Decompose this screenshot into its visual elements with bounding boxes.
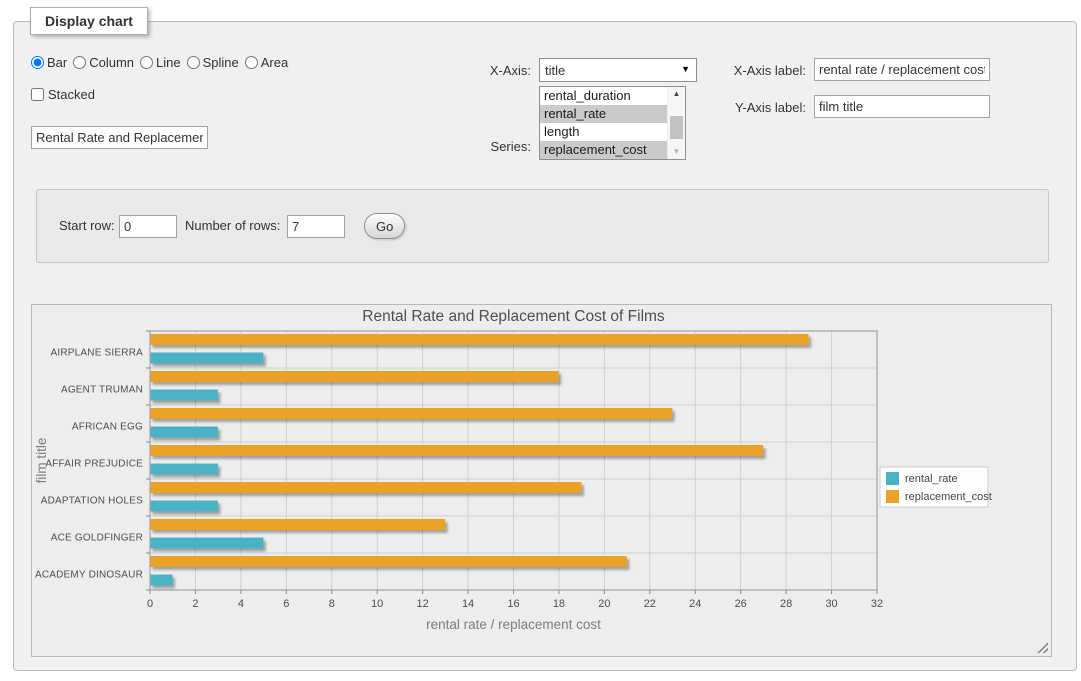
stacked-checkbox[interactable] [31, 88, 44, 101]
y-axis-title: film title [34, 438, 49, 484]
x-axis-select[interactable]: title ▼ [539, 58, 697, 82]
number-of-rows-input[interactable] [287, 215, 345, 238]
chart-type-option-spline[interactable]: Spline [187, 55, 239, 70]
series-list-label: Series: [427, 139, 531, 154]
y-axis-label-input[interactable] [814, 95, 990, 118]
x-axis-select-label: X-Axis: [427, 63, 531, 78]
chart-title: Rental Rate and Replacement Cost of Film… [362, 308, 665, 325]
chart-type-radio-area[interactable] [245, 56, 258, 69]
chart-title-input[interactable] [31, 126, 208, 149]
stacked-row: Stacked [31, 87, 95, 102]
y-category-label: AIRPLANE SIERRA [51, 348, 144, 359]
y-category-label: AFRICAN EGG [72, 422, 143, 433]
svg-text:14: 14 [462, 598, 474, 610]
radio-label: Spline [203, 55, 239, 70]
svg-text:28: 28 [780, 598, 792, 610]
svg-text:18: 18 [553, 598, 565, 610]
chart-type-option-area[interactable]: Area [245, 55, 288, 70]
series-option-length[interactable]: length [540, 123, 667, 141]
chart-type-option-bar[interactable]: Bar [31, 55, 67, 70]
rows-panel: Start row: Number of rows: Go [36, 189, 1049, 263]
series-options: rental_durationrental_ratelengthreplacem… [540, 87, 667, 159]
series-option-rental_rate[interactable]: rental_rate [540, 105, 667, 123]
svg-text:10: 10 [371, 598, 383, 610]
start-row-input[interactable] [119, 215, 177, 238]
svg-text:22: 22 [644, 598, 656, 610]
radio-label: Line [156, 55, 181, 70]
svg-text:8: 8 [329, 598, 335, 610]
chart-type-option-line[interactable]: Line [140, 55, 181, 70]
series-option-rental_duration[interactable]: rental_duration [540, 87, 667, 105]
series-option-replacement_cost[interactable]: replacement_cost [540, 141, 667, 159]
number-of-rows-label: Number of rows: [185, 218, 280, 233]
chart-type-option-column[interactable]: Column [73, 55, 134, 70]
svg-text:12: 12 [417, 598, 429, 610]
go-button[interactable]: Go [364, 213, 405, 239]
legend-label: replacement_cost [905, 491, 992, 503]
chart-type-radio-spline[interactable] [187, 56, 200, 69]
radio-label: Bar [47, 55, 67, 70]
chevron-down-icon: ▼ [681, 65, 690, 74]
radio-label: Area [261, 55, 288, 70]
y-category-label: AFFAIR PREJUDICE [45, 459, 143, 470]
scrollbar-thumb[interactable] [670, 116, 683, 139]
chart-legend: rental_rate replacement_cost [880, 467, 992, 507]
x-axis-title: rental rate / replacement cost [426, 617, 601, 632]
svg-text:16: 16 [507, 598, 519, 610]
listbox-scrollbar[interactable]: ▲ ▼ [667, 87, 685, 159]
y-category-label: AGENT TRUMAN [61, 385, 143, 396]
y-category-label: ACADEMY DINOSAUR [35, 570, 143, 581]
chart-svg: 02468101214161820222426283032AIRPLANE SI… [32, 305, 1051, 656]
legend-label: rental_rate [905, 473, 958, 485]
svg-text:0: 0 [147, 598, 153, 610]
svg-text:30: 30 [825, 598, 837, 610]
stacked-label: Stacked [48, 87, 95, 102]
scroll-down-icon[interactable]: ▼ [668, 145, 685, 159]
svg-text:2: 2 [192, 598, 198, 610]
chart-type-radio-line[interactable] [140, 56, 153, 69]
y-axis-label-label: Y-Axis label: [714, 100, 806, 115]
x-axis-select-value: title [545, 63, 565, 78]
chart-panel: 02468101214161820222426283032AIRPLANE SI… [31, 304, 1052, 657]
y-category-label: ACE GOLDFINGER [51, 533, 143, 544]
start-row-label: Start row: [59, 218, 115, 233]
series-listbox[interactable]: rental_durationrental_ratelengthreplacem… [539, 86, 686, 160]
x-axis-label-label: X-Axis label: [714, 63, 806, 78]
svg-text:4: 4 [238, 598, 244, 610]
svg-text:20: 20 [598, 598, 610, 610]
radio-label: Column [89, 55, 134, 70]
svg-text:6: 6 [283, 598, 289, 610]
panel-legend: Display chart [30, 7, 148, 35]
y-category-label: ADAPTATION HOLES [41, 496, 143, 507]
chart-type-radio-column[interactable] [73, 56, 86, 69]
scroll-up-icon[interactable]: ▲ [668, 87, 685, 101]
svg-text:26: 26 [735, 598, 747, 610]
chart-type-radio-group: Bar Column Line Spline Area [31, 55, 288, 70]
page: Display chart Bar Column Line Spline Area St… [0, 0, 1081, 681]
svg-text:24: 24 [689, 598, 701, 610]
display-chart-panel: Display chart BarColumnLineSplineArea St… [13, 21, 1077, 671]
x-axis-label-input[interactable] [814, 58, 990, 81]
svg-text:32: 32 [871, 598, 883, 610]
chart-type-radio-bar[interactable] [31, 56, 44, 69]
